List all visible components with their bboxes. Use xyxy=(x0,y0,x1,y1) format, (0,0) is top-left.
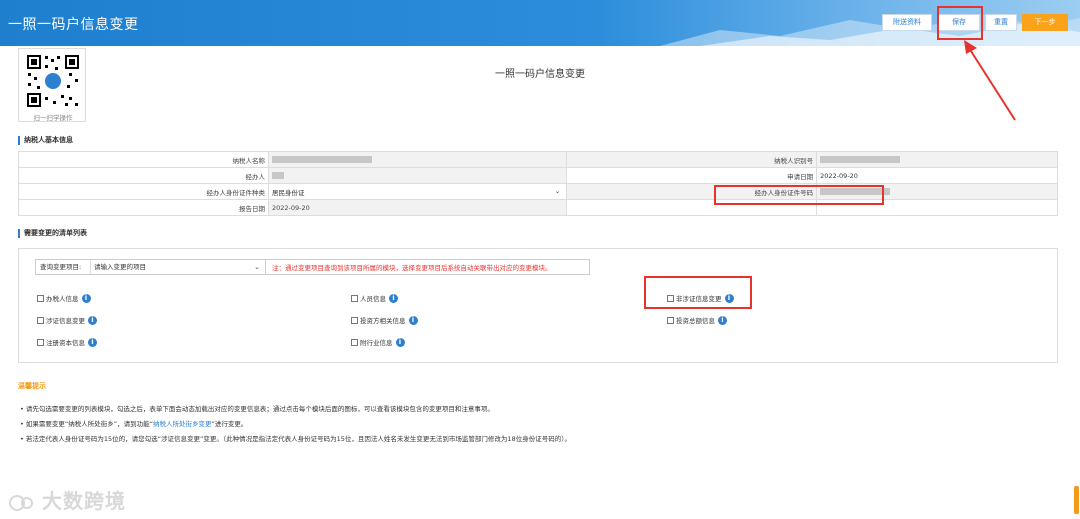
checkbox-registered-capital[interactable]: 注册资本信息 i xyxy=(37,337,97,347)
street-change-link[interactable]: 纳税人所处街乡变更 xyxy=(153,420,212,428)
chevron-down-icon: ⌄ xyxy=(554,187,561,195)
taxpayer-id-value xyxy=(816,151,1058,168)
tip-2: • 如果需要变更“纳税人所处街乡”，请到功能“纳税人所处街乡变更”进行变更。 xyxy=(20,418,247,428)
checkbox-investor-info[interactable]: 投资方相关信息 i xyxy=(351,315,418,325)
change-list-section-title: 需要变更的清单列表 xyxy=(18,229,87,238)
taxpayer-id-label: 纳税人识别号 xyxy=(566,151,818,168)
qr-code-icon xyxy=(25,53,81,109)
redacted-value xyxy=(272,172,284,179)
checkbox-personnel-info[interactable]: 人员信息 i xyxy=(351,293,398,303)
checkbox-label: 办税人信息 xyxy=(46,295,79,303)
checkbox-box[interactable] xyxy=(37,338,44,346)
info-icon[interactable]: i xyxy=(81,293,91,303)
agent-id-type-value: 居民身份证 xyxy=(272,188,305,197)
checkbox-license-change[interactable]: 涉证信息变更 i xyxy=(37,315,97,325)
tips-title: 温馨提示 xyxy=(18,382,46,390)
qr-code-panel[interactable]: 扫一扫学操作 xyxy=(18,48,86,122)
redacted-value xyxy=(820,156,901,163)
checkbox-label: 投资方相关信息 xyxy=(360,317,406,325)
query-placeholder: 请输入变更的项目 xyxy=(94,263,146,271)
non-license-highlight-box xyxy=(644,276,752,309)
checkbox-label: 人员信息 xyxy=(360,295,386,303)
query-note: 注：通过变更项目查询到该项目所属的模块，选择变更项目后系统自动关联带出对应的变更… xyxy=(272,264,552,272)
checkbox-box[interactable] xyxy=(351,294,358,302)
basic-info-table: 纳税人名称 纳税人识别号 经办人 申请日期 2022-09-20 经办人身份证件… xyxy=(18,151,1058,216)
id-number-highlight-box xyxy=(714,185,884,205)
watermark-text: 大数跨境 xyxy=(41,489,126,513)
reset-button[interactable]: 重置 xyxy=(985,14,1017,31)
agent-id-type-select[interactable]: 居民身份证 ⌄ xyxy=(267,183,568,200)
table-row: 经办人身份证件种类 居民身份证 ⌄ 经办人身份证件号码 xyxy=(18,183,1058,200)
redacted-value xyxy=(272,156,372,163)
checkbox-label: 注册资本信息 xyxy=(46,339,85,347)
apply-date-label: 申请日期 xyxy=(566,167,818,184)
tip-1: • 请先勾选需要变更的列表模块，勾选之后，表单下面会动态加载出对应的变更信息表；… xyxy=(20,405,494,413)
query-select[interactable]: 请输入变更的项目 ⌄ xyxy=(91,260,266,274)
tip-2-text: • 如果需要变更“纳税人所处街乡”，请到功能“ xyxy=(20,420,154,428)
checkbox-box[interactable] xyxy=(351,316,358,324)
checkbox-box[interactable] xyxy=(667,316,674,324)
tip-2-text-end: ”进行变更。 xyxy=(211,420,248,428)
checkbox-label: 附行业信息 xyxy=(360,339,393,347)
scroll-indicator[interactable] xyxy=(1074,486,1079,514)
agent-value xyxy=(267,167,568,184)
change-list-panel: 查询变更项目: 请输入变更的项目 ⌄ 注：通过变更项目查询到该项目所属的模块，选… xyxy=(18,248,1058,363)
query-change-item-bar: 查询变更项目: 请输入变更的项目 ⌄ 注：通过变更项目查询到该项目所属的模块，选… xyxy=(35,259,590,275)
checkbox-taxpayer-staff-info[interactable]: 办税人信息 i xyxy=(37,293,91,303)
agent-id-type-label: 经办人身份证件种类 xyxy=(18,183,269,200)
checkbox-box[interactable] xyxy=(37,294,44,302)
report-date-label: 报告日期 xyxy=(18,199,269,216)
next-step-button[interactable]: 下一步 xyxy=(1022,14,1068,31)
table-row: 经办人 申请日期 2022-09-20 xyxy=(18,167,1058,184)
info-icon[interactable]: i xyxy=(718,315,727,325)
taxpayer-name-value xyxy=(267,151,568,168)
watermark-logo-icon xyxy=(9,494,33,511)
header-bar: 一照一码户信息变更 附送资料 保存 重置 下一步 xyxy=(0,0,1080,46)
watermark: 大数跨境 xyxy=(8,485,126,514)
info-icon[interactable]: i xyxy=(88,337,97,347)
info-icon[interactable]: i xyxy=(408,315,418,325)
basic-info-section-title: 纳税人基本信息 xyxy=(18,136,73,145)
checkbox-label: 投资总额信息 xyxy=(676,317,715,325)
report-date-value: 2022-09-20 xyxy=(267,199,568,216)
info-icon[interactable]: i xyxy=(389,293,398,303)
tip-3: • 若法定代表人身份证号码为15位的，请您勾选“涉证信息变更”变更。（此种情况是… xyxy=(20,435,571,443)
qr-caption: 扫一扫学操作 xyxy=(33,114,73,122)
annotation-arrow xyxy=(964,40,1016,121)
checkbox-box[interactable] xyxy=(37,316,44,324)
info-icon[interactable]: i xyxy=(88,315,97,325)
chevron-down-icon: ⌄ xyxy=(254,263,260,271)
table-row: 报告日期 2022-09-20 xyxy=(18,199,1058,216)
checkbox-box[interactable] xyxy=(351,338,358,346)
checkbox-sub-industry[interactable]: 附行业信息 i xyxy=(351,337,405,347)
checkbox-label: 涉证信息变更 xyxy=(46,317,85,325)
table-row: 纳税人名称 纳税人识别号 xyxy=(18,151,1058,168)
page-header-title: 一照一码户信息变更 xyxy=(8,17,139,33)
checkbox-total-investment[interactable]: 投资总额信息 i xyxy=(667,315,727,325)
save-highlight-box xyxy=(937,6,983,40)
attach-docs-button[interactable]: 附送资料 xyxy=(882,14,932,31)
info-icon[interactable]: i xyxy=(395,337,405,347)
apply-date-value: 2022-09-20 xyxy=(816,167,1058,184)
agent-label: 经办人 xyxy=(18,167,269,184)
query-label: 查询变更项目: xyxy=(36,260,91,274)
taxpayer-name-label: 纳税人名称 xyxy=(18,151,269,168)
form-title: 一照一码户信息变更 xyxy=(495,69,585,80)
